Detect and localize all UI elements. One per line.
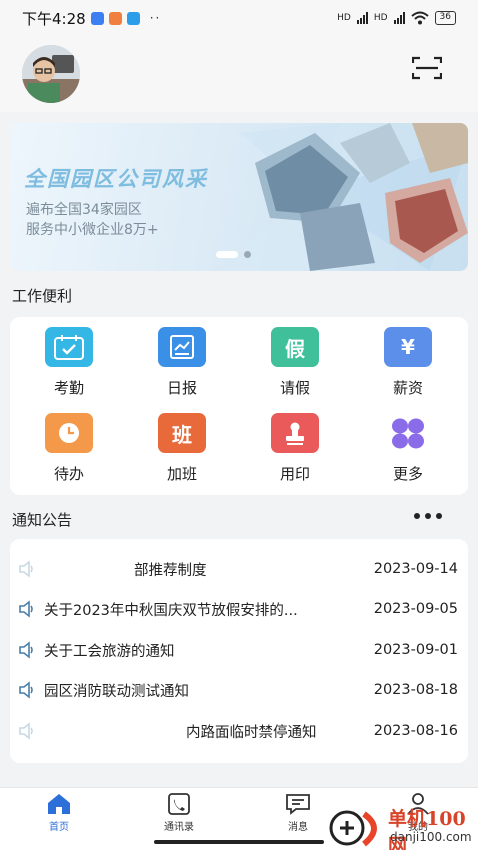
- message-icon: [286, 794, 310, 815]
- tool-leave[interactable]: 假 请假: [245, 327, 345, 398]
- status-indicators: HD HD 36: [337, 11, 456, 25]
- nav-label: 首页: [49, 822, 69, 833]
- app-notification-icon: [126, 11, 140, 25]
- tool-attendance[interactable]: 考勤: [19, 327, 119, 398]
- notice-date: 2023-08-18: [373, 682, 458, 698]
- battery-icon: 36: [434, 11, 456, 25]
- notice-date: 2023-09-05: [373, 601, 458, 617]
- carousel-indicator: [216, 251, 251, 258]
- tool-salary[interactable]: ¥ 薪资: [358, 327, 458, 398]
- notice-title: 关于工会旅游的通知: [44, 643, 175, 660]
- nav-item-contacts[interactable]: 通讯录: [144, 792, 214, 833]
- home-icon: [48, 794, 70, 814]
- section-title-tools: 工作便利: [12, 287, 73, 305]
- header: [0, 36, 478, 112]
- banner-title: 全国园区公司风采: [24, 167, 208, 191]
- notice-item[interactable]: 内路面临时禁停通知 2023-08-16: [10, 711, 468, 751]
- report-icon: [158, 327, 206, 367]
- nav-item-messages[interactable]: 消息: [263, 792, 333, 833]
- banner-carousel[interactable]: 全国园区公司风采 遍布全国34家园区 服务中小微企业8万+: [10, 123, 468, 271]
- salary-icon: ¥: [384, 327, 432, 367]
- tool-label: 加班: [166, 465, 197, 483]
- banner-subtitle: 服务中小微企业8万+: [26, 222, 159, 238]
- app-notification-icon: [90, 11, 104, 25]
- tools-grid: 考勤 日报 假 请假 ¥ 薪资 待办 班 加班 用印 更多: [10, 317, 468, 495]
- nav-item-home[interactable]: 首页: [24, 792, 94, 833]
- tool-label: 日报: [166, 379, 197, 397]
- tool-label: 用印: [279, 465, 310, 483]
- watermark: 单机100网 danji100.com: [328, 804, 478, 850]
- speaker-icon: [19, 641, 33, 659]
- notice-title: 园区消防联动测试通知: [44, 683, 189, 700]
- notice-title: 部推荐制度: [134, 562, 207, 579]
- watermark-logo-icon: [329, 810, 377, 847]
- contacts-icon: [168, 793, 190, 815]
- home-indicator[interactable]: [154, 840, 324, 844]
- banner-graphic: [210, 123, 468, 271]
- nav-label: 通讯录: [164, 822, 194, 833]
- speaker-icon: [19, 722, 33, 740]
- tool-label: 请假: [279, 379, 310, 397]
- leave-icon: 假: [271, 327, 319, 367]
- calendar-check-icon: [45, 327, 93, 367]
- speaker-icon: [19, 681, 33, 699]
- signal-icon: [356, 12, 368, 24]
- wifi-icon: [410, 11, 429, 25]
- notice-item[interactable]: 部推荐制度 2023-09-14: [10, 549, 468, 589]
- tool-label: 待办: [53, 465, 84, 483]
- notice-list: 部推荐制度 2023-09-14 关于2023年中秋国庆双节放假安排的... 2…: [10, 539, 468, 763]
- status-bar: 下午4:28 ·· HD HD 36: [0, 0, 478, 36]
- signal-icon: [393, 12, 405, 24]
- scan-icon[interactable]: [412, 56, 442, 80]
- section-title-notices: 通知公告: [12, 511, 73, 529]
- more-notifications-icon: ··: [149, 11, 162, 25]
- more-options-icon[interactable]: [414, 508, 448, 524]
- watermark-url: danji100.com: [390, 830, 472, 844]
- seal-icon: [271, 413, 319, 453]
- notice-title: 关于2023年中秋国庆双节放假安排的...: [44, 602, 298, 619]
- avatar[interactable]: [22, 45, 80, 103]
- tool-todo[interactable]: 待办: [19, 413, 119, 484]
- notice-title: 内路面临时禁停通知: [186, 724, 317, 741]
- clock-icon: [45, 413, 93, 453]
- tool-seal[interactable]: 用印: [245, 413, 345, 484]
- overtime-icon: 班: [158, 413, 206, 453]
- banner-subtitle: 遍布全国34家园区: [26, 202, 142, 218]
- tool-daily-report[interactable]: 日报: [132, 327, 232, 398]
- notice-date: 2023-09-01: [373, 642, 458, 658]
- carousel-dot[interactable]: [244, 251, 251, 258]
- notice-item[interactable]: 关于工会旅游的通知 2023-09-01: [10, 630, 468, 670]
- status-time: 下午4:28: [22, 9, 86, 28]
- tool-label: 薪资: [392, 379, 423, 397]
- notice-date: 2023-08-16: [373, 723, 458, 739]
- tool-label: 更多: [392, 465, 423, 483]
- nav-label: 消息: [288, 822, 308, 833]
- tool-more[interactable]: 更多: [358, 413, 458, 484]
- carousel-dot-active: [216, 251, 238, 258]
- speaker-icon: [19, 560, 33, 578]
- notice-date: 2023-09-14: [373, 561, 458, 577]
- speaker-icon: [19, 600, 33, 618]
- notice-item[interactable]: 关于2023年中秋国庆双节放假安排的... 2023-09-05: [10, 589, 468, 629]
- network-label: HD: [337, 13, 351, 23]
- tool-label: 考勤: [53, 379, 84, 397]
- avatar-image: [22, 45, 80, 103]
- network-label: HD: [373, 13, 388, 23]
- app-notification-icon: [108, 11, 122, 25]
- more-grid-icon: [384, 413, 432, 453]
- tool-overtime[interactable]: 班 加班: [132, 413, 232, 484]
- notice-item[interactable]: 园区消防联动测试通知 2023-08-18: [10, 670, 468, 710]
